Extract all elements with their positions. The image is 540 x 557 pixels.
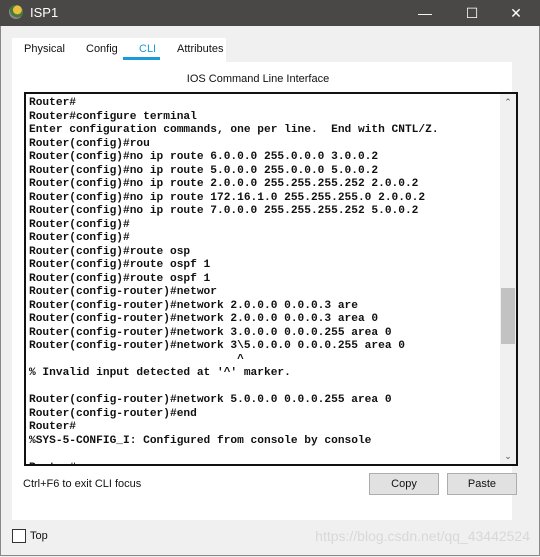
tab-cli[interactable]: CLI (139, 43, 156, 55)
terminal-line: % Invalid input detected at '^' marker. (29, 367, 291, 380)
minimize-button[interactable]: — (405, 0, 445, 26)
terminal-line: Router(config)# (29, 232, 130, 245)
copy-button[interactable]: Copy (369, 473, 439, 495)
close-button[interactable]: ✕ (496, 0, 536, 26)
terminal-line: Router(config-router)#network 5.0.0.0 0.… (29, 394, 392, 407)
terminal-line: Router(config)#route ospf 1 (29, 259, 211, 272)
terminal-line: %SYS-5-CONFIG_I: Configured from console… (29, 434, 372, 447)
terminal-line: Router(config)#no ip route 7.0.0.0 255.2… (29, 205, 419, 218)
terminal-line: Router(config)#no ip route 5.0.0.0 255.0… (29, 164, 379, 177)
window-title: ISP1 (30, 5, 59, 20)
terminal-line: Router(config)#no ip route 2.0.0.0 255.2… (29, 178, 419, 191)
app-icon (9, 5, 23, 19)
terminal-line: Router(config-router)#network 2.0.0.0 0.… (29, 299, 358, 312)
terminal-line: Enter configuration commands, one per li… (29, 124, 439, 137)
terminal-line: Router# (29, 97, 76, 109)
terminal-line: Router(config-router)#end (29, 407, 197, 420)
top-checkbox[interactable] (12, 529, 26, 543)
top-checkbox-label: Top (30, 530, 48, 542)
active-tab-indicator (123, 57, 160, 60)
scrollbar-thumb[interactable] (501, 288, 515, 344)
terminal-line: ^ (29, 353, 244, 366)
watermark: https://blog.csdn.net/qq_43442524 (315, 528, 530, 544)
terminal-line: Router(config)#route ospf 1 (29, 272, 211, 285)
cli-terminal[interactable]: Router# Router#configure terminal Enter co… (24, 92, 518, 466)
terminal-line: Router(config)#route osp (29, 245, 191, 258)
maximize-button[interactable]: ☐ (452, 0, 492, 26)
title-bar: ISP1 — ☐ ✕ (0, 0, 540, 26)
terminal-line: Router# (29, 421, 76, 434)
terminal-line: Router(config)# (29, 218, 130, 231)
terminal-scrollbar[interactable]: ⌃ ⌄ (500, 94, 516, 464)
scroll-down-icon[interactable]: ⌄ (500, 448, 516, 464)
cli-focus-hint: Ctrl+F6 to exit CLI focus (23, 478, 142, 490)
terminal-output: Router# Router#configure terminal Enter co… (29, 97, 439, 464)
panel-title: IOS Command Line Interface (186, 73, 330, 85)
paste-button[interactable]: Paste (447, 473, 517, 495)
tab-physical[interactable]: Physical (24, 43, 65, 55)
terminal-line: Router(config-router)#network 3.0.0.0 0.… (29, 326, 392, 339)
tab-config[interactable]: Config (86, 43, 118, 55)
terminal-line: Router#configure terminal (29, 110, 197, 123)
scroll-up-icon[interactable]: ⌃ (500, 94, 516, 110)
terminal-line: Router(config)#no ip route 6.0.0.0 255.0… (29, 151, 379, 164)
terminal-line: Router(config-router)#network 3\5.0.0.0 … (29, 340, 405, 353)
terminal-line: Router# (29, 462, 439, 464)
terminal-line: Router(config)#rou (29, 137, 150, 150)
terminal-line: Router(config-router)#networ (29, 286, 217, 299)
tab-attributes[interactable]: Attributes (177, 43, 223, 55)
terminal-line: Router(config)#no ip route 172.16.1.0 25… (29, 191, 426, 204)
terminal-line: Router(config-router)#network 2.0.0.0 0.… (29, 313, 379, 326)
